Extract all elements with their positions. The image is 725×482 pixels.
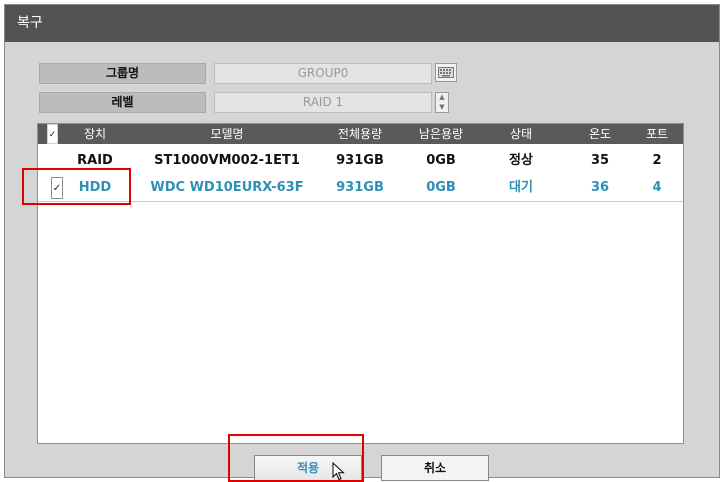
select-all-checkbox[interactable]: ✓	[47, 124, 58, 144]
level-field[interactable]: RAID 1	[214, 92, 432, 113]
group-name-field[interactable]: GROUP0	[214, 63, 432, 84]
cell-total: 931GB	[336, 153, 384, 168]
col-free: 남은용량	[418, 127, 464, 141]
spin-down-icon[interactable]: ▼	[436, 103, 448, 113]
cancel-button[interactable]: 취소	[381, 455, 489, 481]
table-row[interactable]: RAID ST1000VM002-1ET1 931GB 0GB 정상 35 2	[38, 150, 683, 172]
col-port: 포트	[645, 127, 669, 141]
col-device: 장치	[83, 127, 107, 141]
cell-temp: 35	[590, 153, 610, 168]
keyboard-icon	[438, 67, 454, 78]
cell-port: 2	[652, 153, 662, 168]
row-divider	[38, 201, 683, 202]
spin-up-icon[interactable]: ▲	[436, 93, 448, 103]
device-list-panel: ✓ 장치 모델명 전체용량 남은용량 상태 온도 포트 RAID ST1000V…	[37, 123, 684, 444]
table-row[interactable]: ✓ HDD WDC WD10EURX-63F 931GB 0GB 대기 36 4	[38, 177, 683, 199]
cell-status: 정상	[509, 153, 533, 168]
cell-free: 0GB	[426, 180, 456, 195]
level-spinner[interactable]: ▲ ▼	[435, 92, 449, 113]
col-status: 상태	[509, 127, 533, 141]
col-total: 전체용량	[337, 127, 383, 141]
cursor-arrow-icon	[332, 462, 345, 481]
cell-total: 931GB	[336, 180, 384, 195]
cell-status: 대기	[509, 180, 533, 195]
cell-model: WDC WD10EURX-63F	[150, 180, 304, 195]
cell-free: 0GB	[426, 153, 456, 168]
cell-model: ST1000VM002-1ET1	[154, 153, 300, 168]
group-name-label: 그룹명	[39, 63, 206, 84]
highlight-box-row	[22, 168, 131, 205]
table-header: ✓ 장치 모델명 전체용량 남은용량 상태 온도 포트	[38, 124, 683, 144]
cell-port: 4	[652, 180, 662, 195]
keyboard-button[interactable]	[435, 63, 457, 82]
level-label: 레벨	[39, 92, 206, 113]
dialog-title: 복구	[5, 5, 719, 42]
col-model: 모델명	[210, 127, 244, 141]
col-temp: 온도	[588, 127, 612, 141]
cell-temp: 36	[590, 180, 610, 195]
restore-dialog: 복구 그룹명 GROUP0 레벨 RAID 1 ▲ ▼ ✓ 장치 모델명 전체용…	[4, 4, 720, 481]
